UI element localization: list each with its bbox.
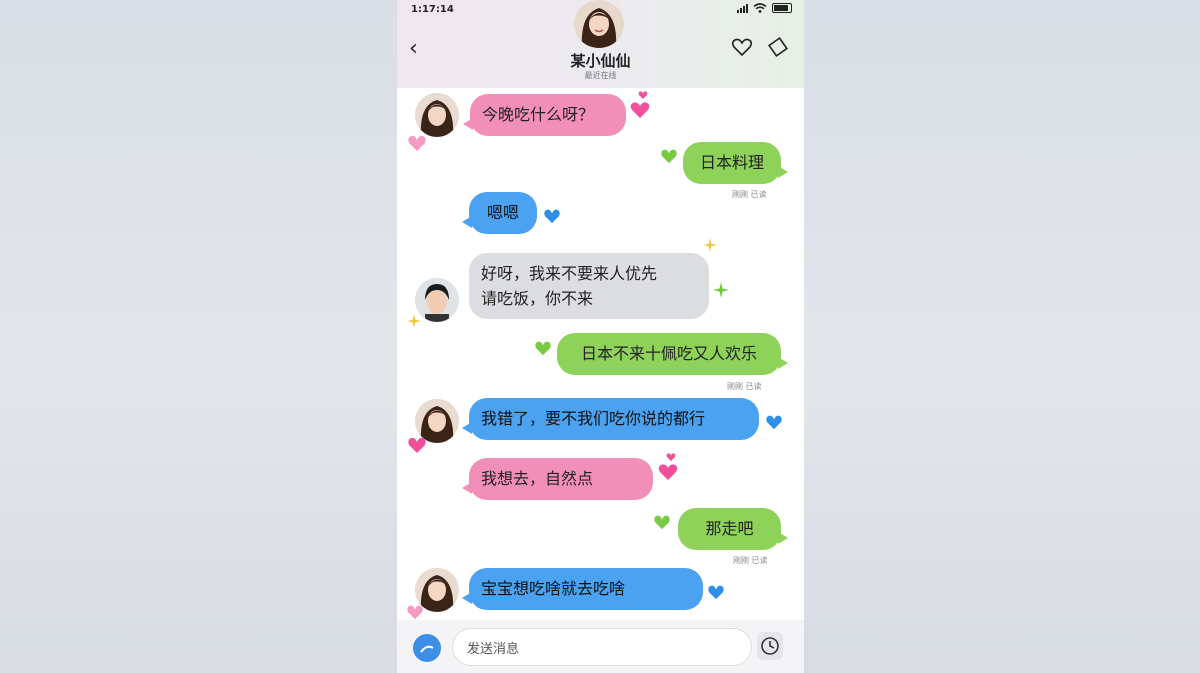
status-time: 1:17:14 [411, 4, 454, 15]
message-text: 那走吧 [705, 519, 754, 538]
message-text: 今晚吃什么呀？ [482, 105, 595, 124]
heart-icon [408, 135, 426, 151]
chat-header: 1:17:14 ‹ 某小仙仙 最近在线 [397, 0, 804, 88]
message-text: 我想去，自然点 [481, 469, 594, 488]
battery-icon [772, 3, 792, 13]
sparkle-icon [407, 314, 421, 328]
message-bubble: 我错了，要不我们吃你说的都行 [462, 398, 759, 440]
heart-icon [654, 515, 670, 530]
voice-icon [420, 645, 434, 653]
heart-icon [708, 585, 724, 600]
message-bubble: 好呀，我来不要来人优先 请吃饭，你不来 [469, 253, 709, 319]
message-bubble: 那走吧 [678, 508, 788, 550]
sparkle-icon [703, 238, 717, 252]
heart-icon [630, 91, 650, 118]
heart-icon [766, 415, 782, 430]
heart-icon [544, 209, 560, 224]
message-bubble: 今晚吃什么呀？ [463, 94, 626, 136]
sparkle-icon [713, 282, 729, 298]
message-text: 嗯嗯 [486, 203, 519, 222]
message-text: 好呀，我来不要来人优先 请吃饭，你不来 [481, 264, 658, 308]
heart-icon[interactable] [731, 36, 753, 58]
heart-icon [408, 437, 426, 453]
contact-status: 最近在线 [584, 71, 617, 80]
heart-icon [535, 341, 551, 356]
message-bubble: 我想去，自然点 [462, 458, 653, 500]
message-text: 日本不来十佩吃又人欢乐 [580, 344, 757, 363]
message-text: 宝宝想吃啥就去吃啥 [481, 579, 626, 598]
signal-icon [737, 3, 748, 13]
message-bubble: 日本料理 [683, 142, 788, 184]
avatar[interactable] [415, 278, 459, 322]
voice-button[interactable] [413, 634, 441, 662]
message-input[interactable]: 发送消息 [452, 628, 752, 666]
message-bubble: 嗯嗯 [462, 192, 537, 234]
message-text: 日本料理 [699, 153, 764, 172]
message-timestamp: 刚刚 已读 [733, 556, 768, 565]
message-input-placeholder: 发送消息 [467, 641, 520, 657]
message-bubble: 日本不来十佩吃又人欢乐 [557, 333, 788, 375]
status-icons [737, 3, 792, 13]
message-timestamp: 刚刚 已读 [727, 382, 762, 391]
more-options-icon[interactable] [767, 36, 789, 58]
wifi-icon [753, 3, 767, 13]
heart-icon [658, 453, 678, 480]
contact-avatar[interactable] [574, 0, 624, 48]
heart-icon [661, 149, 677, 164]
avatar[interactable] [415, 93, 459, 137]
message-bubble: 宝宝想吃啥就去吃啥 [462, 568, 703, 610]
emoji-icon[interactable] [757, 632, 783, 660]
chat-screen: 1:17:14 ‹ 某小仙仙 最近在线 今晚吃什么呀？ 日本料理 刚刚 已读 嗯… [397, 0, 804, 673]
message-text: 我错了，要不我们吃你说的都行 [481, 409, 706, 428]
message-timestamp: 刚刚 已读 [732, 190, 767, 199]
heart-icon [407, 605, 423, 620]
